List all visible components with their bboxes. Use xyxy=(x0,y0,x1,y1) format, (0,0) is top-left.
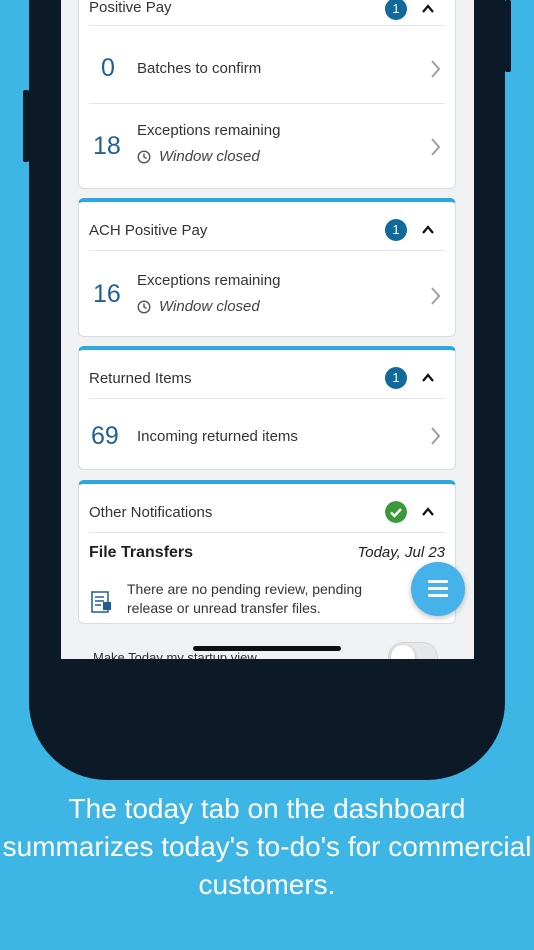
returned-items-card: Returned Items 1 69 Incoming returned it… xyxy=(78,346,456,470)
promo-caption: The today tab on the dashboard summarize… xyxy=(2,793,532,900)
returned-items-row[interactable]: 69 Incoming returned items xyxy=(89,400,445,470)
ach-exceptions-row[interactable]: 16 Exceptions remaining Window closed xyxy=(89,252,445,336)
app-screen: Positive Pay 1 0 Batches to confirm 18 E… xyxy=(61,0,474,659)
phone-side-button xyxy=(23,90,29,162)
chevron-right-icon xyxy=(431,60,440,78)
file-transfers-message: There are no pending review, pending rel… xyxy=(127,581,363,616)
file-transfers-date: Today, Jul 23 xyxy=(357,544,445,561)
transfer-file-icon xyxy=(91,591,111,613)
exceptions-row[interactable]: 18 Exceptions remaining Window closed xyxy=(89,104,445,188)
menu-icon xyxy=(428,587,448,590)
batches-label: Batches to confirm xyxy=(137,60,262,77)
returned-items-count: 69 xyxy=(91,422,119,450)
ach-exceptions-label: Exceptions remaining xyxy=(137,272,281,289)
card-title: Positive Pay xyxy=(89,0,172,16)
home-indicator[interactable] xyxy=(193,646,341,651)
window-status-text: Window closed xyxy=(159,298,260,315)
clock-icon xyxy=(137,300,151,314)
toggle-knob xyxy=(391,645,415,659)
check-circle-icon xyxy=(385,501,407,523)
card-title: Other Notifications xyxy=(89,504,213,521)
ach-exceptions-count: 16 xyxy=(93,280,121,308)
card-title: ACH Positive Pay xyxy=(89,222,208,239)
other-notifications-card: Other Notifications File Transfers Today… xyxy=(78,480,456,624)
count-badge: 1 xyxy=(385,367,407,389)
exceptions-label: Exceptions remaining xyxy=(137,122,281,139)
startup-view-toggle[interactable] xyxy=(388,642,438,659)
chevron-right-icon xyxy=(431,287,440,305)
window-status-text: Window closed xyxy=(159,148,260,165)
positive-pay-card: Positive Pay 1 0 Batches to confirm 18 E… xyxy=(78,0,456,189)
window-status: Window closed xyxy=(137,148,260,165)
exceptions-count: 18 xyxy=(93,132,121,160)
positive-pay-header[interactable]: Positive Pay 1 xyxy=(89,0,445,26)
batches-count: 0 xyxy=(101,54,115,82)
ach-positive-pay-card: ACH Positive Pay 1 16 Exceptions remaini… xyxy=(78,198,456,337)
count-badge: 1 xyxy=(385,0,407,20)
chevron-right-icon xyxy=(431,427,440,445)
startup-view-label: Make Today my startup view xyxy=(93,650,257,659)
menu-icon xyxy=(428,594,448,597)
ach-positive-pay-header[interactable]: ACH Positive Pay 1 xyxy=(89,206,445,251)
other-notifications-header[interactable]: Other Notifications xyxy=(89,488,445,533)
ach-window-status: Window closed xyxy=(137,298,260,315)
chevron-up-icon[interactable] xyxy=(421,505,435,519)
menu-icon xyxy=(428,580,448,583)
chevron-up-icon[interactable] xyxy=(421,223,435,237)
phone-power-button xyxy=(505,0,511,72)
clock-icon xyxy=(137,150,151,164)
chevron-up-icon[interactable] xyxy=(421,2,435,16)
returned-items-header[interactable]: Returned Items 1 xyxy=(89,354,445,399)
card-title: Returned Items xyxy=(89,370,192,387)
count-badge: 1 xyxy=(385,219,407,241)
chevron-right-icon xyxy=(431,138,440,156)
chevron-up-icon[interactable] xyxy=(421,371,435,385)
file-transfers-title: File Transfers xyxy=(89,544,194,561)
returned-items-label: Incoming returned items xyxy=(137,428,298,445)
batches-to-confirm-row[interactable]: 0 Batches to confirm xyxy=(89,33,445,104)
menu-fab-button[interactable] xyxy=(411,562,465,616)
